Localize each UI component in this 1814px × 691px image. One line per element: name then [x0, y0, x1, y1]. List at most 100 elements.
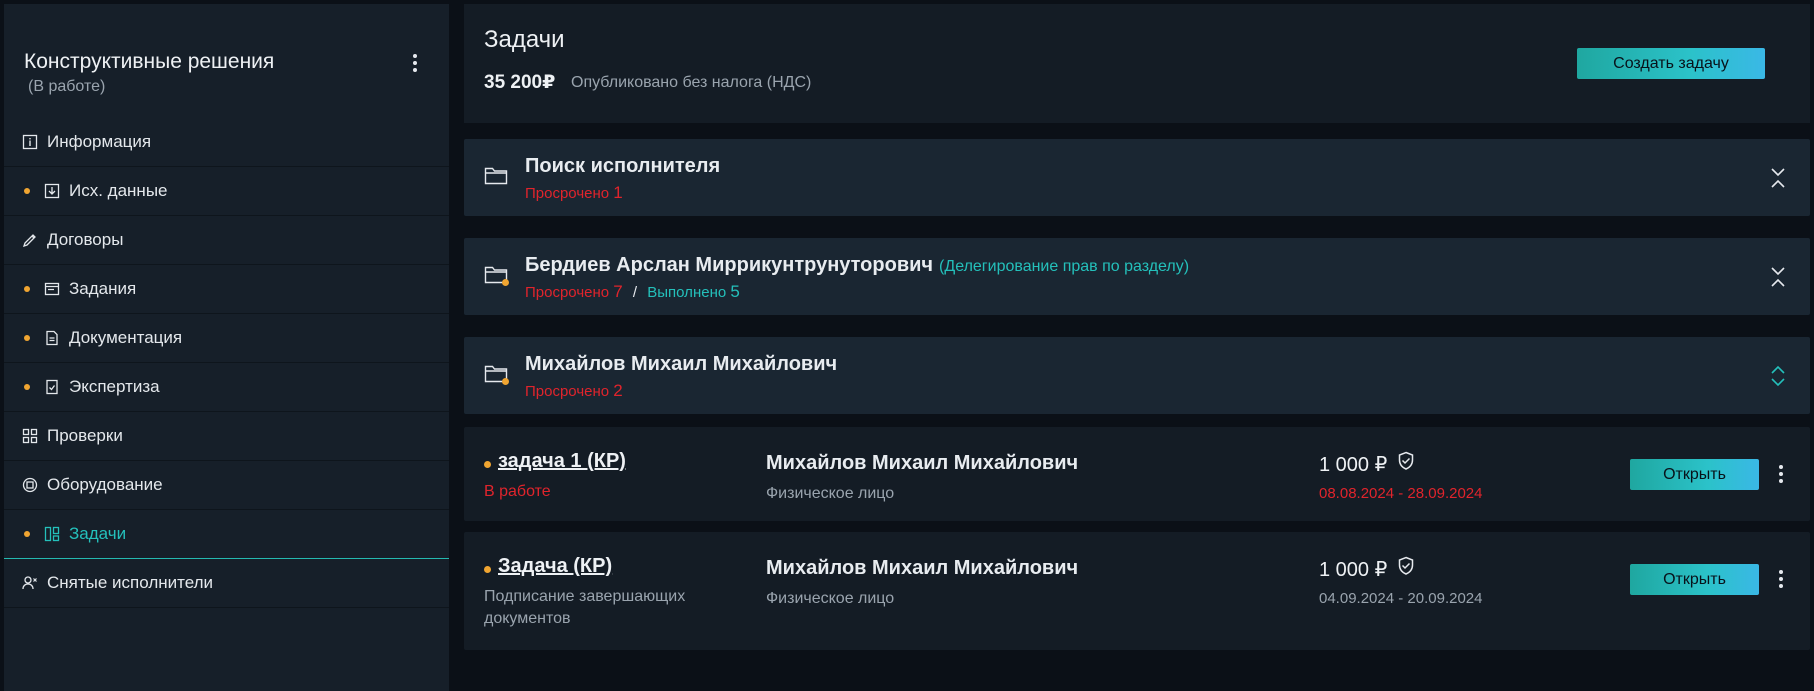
task-price: 1 000 ₽ — [1319, 556, 1415, 582]
status-dot — [24, 531, 30, 537]
total-sum: 35 200₽ — [484, 72, 556, 93]
sidebar-item-removed-performers[interactable]: Снятые исполнители — [4, 559, 449, 608]
more-vertical-icon — [1779, 465, 1783, 469]
task-price-value: 1 000 ₽ — [1319, 453, 1388, 476]
sidebar-item-label: Договоры — [47, 230, 124, 249]
pen-icon — [22, 232, 38, 248]
overdue-count: 2 — [613, 381, 623, 400]
task-menu-button[interactable] — [1776, 568, 1786, 592]
sidebar-item-expertise[interactable]: Экспертиза — [4, 363, 449, 412]
folder-icon — [484, 165, 508, 185]
task-price-value: 1 000 ₽ — [1319, 558, 1388, 581]
collapse-icon[interactable] — [1770, 266, 1786, 288]
task-row: Задача (КР) Подписание завершающих докум… — [464, 532, 1810, 650]
more-vertical-icon — [413, 54, 417, 58]
sidebar-item-info[interactable]: Информация — [4, 118, 449, 167]
sidebar-nav: Информация Исх. данные Договоры Задания — [4, 118, 449, 608]
warning-dot — [484, 461, 491, 468]
group-role: (Делегирование прав по разделу) — [939, 258, 1190, 275]
overdue-label: Просрочено — [525, 284, 610, 301]
total-sum-note: Опубликовано без налога (НДС) — [571, 74, 812, 91]
stats-separator: / — [632, 284, 638, 301]
warning-dot — [502, 279, 509, 286]
group-name: Поиск исполнителя — [525, 155, 721, 177]
group-stats: Просрочено 7 / Выполнено 5 — [525, 282, 740, 302]
sidebar: Конструктивные решения (В работе) Информ… — [4, 4, 449, 691]
sidebar-item-source-data[interactable]: Исх. данные — [4, 167, 449, 216]
window-icon — [44, 281, 60, 297]
shield-check-icon — [1397, 451, 1415, 477]
more-vertical-icon — [1779, 570, 1783, 574]
folder-icon — [484, 363, 509, 385]
task-status: Подписание завершающих документов — [484, 588, 686, 627]
group-stats: Просрочено 2 — [525, 381, 623, 401]
sidebar-item-contracts[interactable]: Договоры — [4, 216, 449, 265]
sidebar-item-label: Экспертиза — [69, 377, 160, 396]
open-task-button[interactable]: Открыть — [1630, 459, 1759, 490]
sidebar-item-label: Информация — [47, 132, 152, 151]
sidebar-item-label: Задания — [69, 279, 137, 298]
task-price: 1 000 ₽ — [1319, 451, 1415, 477]
task-name-link[interactable]: Задача (КР) — [498, 555, 612, 578]
project-menu-button[interactable] — [408, 52, 422, 78]
warning-dot — [484, 566, 491, 573]
status-dot — [24, 286, 30, 292]
group-name: Бердиев Арслан Миррикунтрунуторович (Деле… — [525, 254, 1189, 277]
sidebar-item-label: Снятые исполнители — [47, 573, 214, 592]
download-icon — [44, 183, 60, 199]
warning-dot — [502, 378, 509, 385]
user-remove-icon — [22, 575, 38, 591]
open-task-button[interactable]: Открыть — [1630, 564, 1759, 595]
sidebar-item-label: Документация — [69, 328, 183, 347]
group-stats: Просрочено 1 — [525, 183, 623, 203]
overdue-count: 7 — [613, 282, 623, 301]
group-name-text: Бердиев Арслан Миррикунтрунуторович — [525, 254, 934, 276]
group-header[interactable]: Поиск исполнителя Просрочено 1 — [464, 139, 1810, 216]
task-dates: 04.09.2024 - 20.09.2024 — [1319, 590, 1483, 607]
group-name: Михайлов Михаил Михайлович — [525, 353, 838, 375]
sidebar-item-checks[interactable]: Проверки — [4, 412, 449, 461]
group-header[interactable]: Михайлов Михаил Михайлович Просрочено 2 — [464, 337, 1810, 414]
create-task-button[interactable]: Создать задачу — [1577, 48, 1765, 79]
sidebar-item-label: Исх. данные — [69, 181, 168, 200]
shield-check-icon — [1397, 556, 1415, 582]
task-performer-type: Физическое лицо — [766, 590, 895, 607]
project-title: Конструктивные решения — [24, 50, 275, 73]
task-row: задача 1 (КР) В работе Михайлов Михаил М… — [464, 427, 1810, 521]
task-performer-type: Физическое лицо — [766, 485, 895, 502]
collapse-icon[interactable] — [1770, 167, 1786, 189]
task-name-link[interactable]: задача 1 (КР) — [498, 450, 626, 473]
sidebar-item-label: Проверки — [47, 426, 123, 445]
task-performer: Михайлов Михаил Михайлович — [766, 452, 1079, 474]
tasks-header: Задачи 35 200₽ Опубликовано без налога (… — [464, 4, 1810, 123]
done-label: Выполнено — [647, 284, 727, 301]
done-count: 5 — [730, 282, 740, 301]
overdue-label: Просрочено — [525, 185, 610, 202]
task-dates: 08.08.2024 - 28.09.2024 — [1319, 485, 1483, 502]
folder-icon — [484, 264, 509, 286]
board-icon — [44, 526, 60, 542]
sidebar-item-assignments[interactable]: Задания — [4, 265, 449, 314]
task-menu-button[interactable] — [1776, 463, 1786, 487]
overdue-label: Просрочено — [525, 383, 610, 400]
expand-icon[interactable] — [1770, 365, 1786, 387]
status-dot — [24, 188, 30, 194]
sidebar-item-label: Задачи — [69, 524, 127, 543]
document-icon — [44, 330, 60, 346]
sidebar-item-tasks[interactable]: Задачи — [4, 510, 449, 559]
sidebar-item-documentation[interactable]: Документация — [4, 314, 449, 363]
task-status: В работе — [484, 483, 551, 500]
overdue-count: 1 — [613, 183, 623, 202]
project-status: (В работе) — [28, 78, 106, 95]
checklist-icon — [44, 379, 60, 395]
page-title: Задачи — [484, 26, 565, 53]
group-header[interactable]: Бердиев Арслан Миррикунтрунуторович (Деле… — [464, 238, 1810, 315]
info-icon — [22, 134, 38, 150]
status-dot — [24, 384, 30, 390]
sidebar-item-label: Оборудование — [47, 475, 163, 494]
chip-icon — [22, 477, 38, 493]
task-performer: Михайлов Михаил Михайлович — [766, 557, 1079, 579]
sidebar-item-equipment[interactable]: Оборудование — [4, 461, 449, 510]
grid-icon — [22, 428, 38, 444]
status-dot — [24, 335, 30, 341]
